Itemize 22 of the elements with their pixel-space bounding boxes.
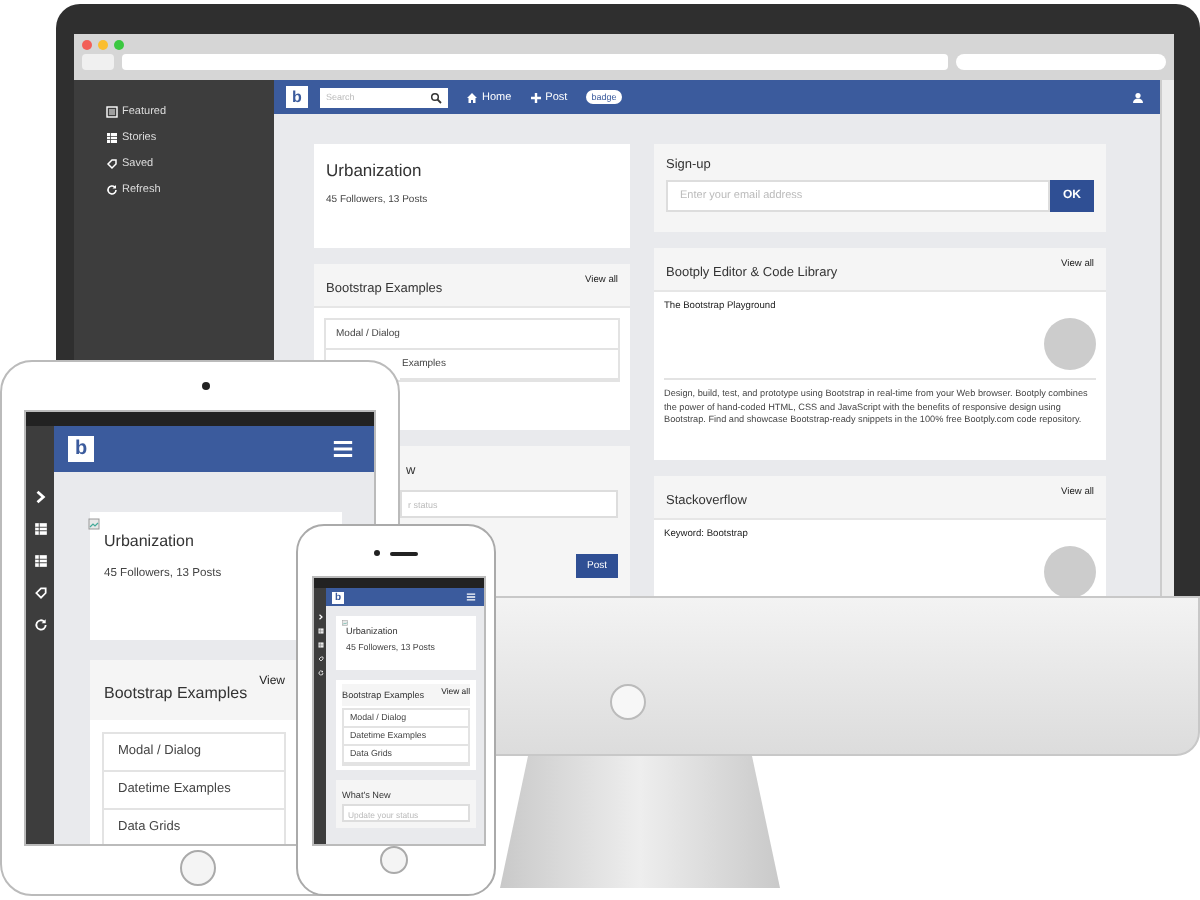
table-icon[interactable] bbox=[33, 554, 47, 568]
table-icon bbox=[106, 131, 118, 143]
browser-search-field[interactable] bbox=[956, 54, 1166, 70]
chevron-icon[interactable] bbox=[317, 614, 323, 620]
user-icon[interactable] bbox=[1132, 91, 1144, 103]
home-icon bbox=[466, 91, 478, 103]
camera-dot bbox=[202, 382, 210, 390]
card-title: Urbanization bbox=[104, 532, 194, 550]
logo[interactable]: b bbox=[68, 436, 94, 462]
plus-icon bbox=[529, 91, 542, 103]
card-title: Bootstrap Examples bbox=[104, 682, 248, 702]
chevron-icon[interactable] bbox=[33, 490, 47, 504]
table-icon[interactable] bbox=[317, 628, 323, 634]
logo[interactable]: b bbox=[286, 86, 308, 108]
table-icon[interactable] bbox=[317, 642, 323, 648]
card-title: Urbanization bbox=[326, 160, 424, 180]
table-icon[interactable] bbox=[33, 522, 47, 536]
menu-icon[interactable] bbox=[466, 592, 476, 602]
search-icon bbox=[430, 91, 442, 103]
camera-dot bbox=[374, 550, 380, 556]
image-placeholder bbox=[1044, 318, 1096, 370]
menu-icon[interactable] bbox=[332, 438, 354, 460]
